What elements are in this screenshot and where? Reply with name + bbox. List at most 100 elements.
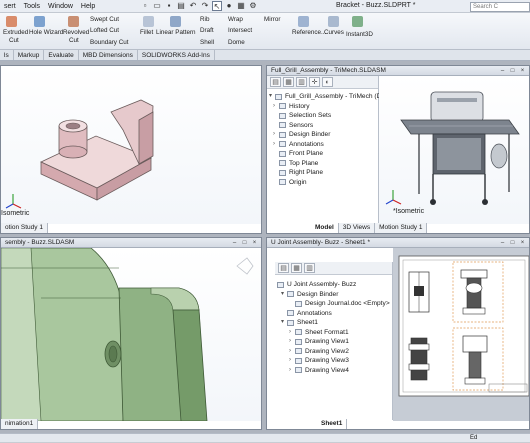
extruded-cut-label[interactable]: Extruded <box>3 29 28 36</box>
revolved-cut-icon[interactable] <box>68 16 79 27</box>
minimize-icon[interactable]: – <box>230 239 239 247</box>
tree-item[interactable]: › Drawing View2 <box>277 347 390 357</box>
graphics-area[interactable] <box>1 248 261 421</box>
tree-item[interactable]: Sensors <box>269 121 391 131</box>
linear-pattern-label[interactable]: Linear Pattern <box>156 29 196 36</box>
configuration-tab-icon[interactable]: ▥ <box>296 77 307 87</box>
menu-help[interactable]: Help <box>77 3 99 10</box>
tab-sheet1[interactable]: Sheet1 <box>317 419 348 429</box>
tree-item[interactable]: Annotations <box>277 309 390 319</box>
fillet-icon[interactable] <box>143 16 154 27</box>
menu-window[interactable]: Window <box>44 3 77 10</box>
graphics-area[interactable]: Isometric <box>1 66 261 224</box>
minimize-icon[interactable]: – <box>498 67 507 75</box>
maximize-icon[interactable]: □ <box>240 239 249 247</box>
property-manager-tab-icon[interactable]: ▦ <box>291 263 302 273</box>
tree-item[interactable]: › Design Binder <box>269 130 391 140</box>
ujoint-drawing-window[interactable]: U Joint Assembly- Buzz - Sheet1 * – □ × … <box>266 237 530 430</box>
instant3d-icon[interactable] <box>352 16 363 27</box>
mirror-button[interactable]: Mirror <box>264 16 280 23</box>
boundary-cut-button[interactable]: Boundary Cut <box>90 39 129 46</box>
grill-assembly-window[interactable]: Full_Grill_Assembly - TriMech.SLDASM – □… <box>266 65 530 234</box>
intersect-button[interactable]: Intersect <box>228 27 252 34</box>
revolved-cut-label-2[interactable]: Cut <box>69 37 79 44</box>
tab-evaluate[interactable]: Evaluate <box>44 50 79 60</box>
tree-item[interactable]: Front Plane <box>269 149 391 159</box>
close-icon[interactable]: × <box>518 239 527 247</box>
feature-tree-tab-icon[interactable]: ▤ <box>270 77 281 87</box>
tab-motion-study[interactable]: otion Study 1 <box>1 223 48 233</box>
dome-button[interactable]: Dome <box>228 39 245 46</box>
revolved-cut-label[interactable]: Revolved <box>63 29 89 36</box>
tree-item[interactable]: ▾ Design Binder <box>277 290 390 300</box>
tree-item[interactable]: › Annotations <box>269 140 391 150</box>
print-icon[interactable]: ▤ <box>176 1 186 11</box>
save-icon[interactable]: ▪ <box>164 1 174 11</box>
instant3d-label[interactable]: Instant3D <box>346 31 373 38</box>
hole-wizard-icon[interactable] <box>34 16 45 27</box>
close-icon[interactable]: × <box>250 239 259 247</box>
new-icon[interactable]: ▫ <box>140 1 150 11</box>
tree-item[interactable]: Origin <box>269 178 391 188</box>
fillet-label[interactable]: Fillet <box>140 29 153 36</box>
tree-root[interactable]: U Joint Assembly- Buzz <box>277 280 390 290</box>
extruded-cut-label-2[interactable]: Cut <box>9 37 19 44</box>
search-input[interactable]: Search C <box>470 2 530 12</box>
tab-sketch[interactable]: ls <box>0 50 14 60</box>
tab-model[interactable]: Model <box>311 223 339 233</box>
tree-item[interactable]: › Sheet Format1 <box>277 328 390 338</box>
tab-animation[interactable]: nimation1 <box>1 419 39 429</box>
select-icon[interactable]: ↖ <box>212 1 222 11</box>
tree-item[interactable]: › History <box>269 102 391 112</box>
assembly-closeup-window[interactable]: sembly - Buzz.SLDASM – □ × nimation1 <box>0 237 262 430</box>
reference-geometry-label[interactable]: Reference... <box>292 29 326 36</box>
reference-geometry-icon[interactable] <box>298 16 309 27</box>
curves-label[interactable]: Curves <box>324 29 344 36</box>
tab-mbd-dimensions[interactable]: MBD Dimensions <box>79 50 138 60</box>
tab-solidworks-addins[interactable]: SOLIDWORKS Add-Ins <box>138 50 215 60</box>
lofted-cut-button[interactable]: Lofted Cut <box>90 27 119 34</box>
tree-item[interactable]: › Drawing View1 <box>277 337 390 347</box>
tree-item[interactable]: Top Plane <box>269 159 391 169</box>
extruded-cut-icon[interactable] <box>6 16 17 27</box>
bracket-part-window[interactable]: – □ × Isometric <box>0 65 262 234</box>
file-properties-icon[interactable]: ▦ <box>236 1 246 11</box>
rebuild-icon[interactable]: ● <box>224 1 234 11</box>
redo-icon[interactable]: ↷ <box>200 1 210 11</box>
linear-pattern-icon[interactable] <box>170 16 181 27</box>
graphics-area[interactable]: *Isometric <box>379 76 529 224</box>
minimize-icon[interactable]: – <box>498 239 507 247</box>
tree-item[interactable]: Selection Sets <box>269 111 391 121</box>
undo-icon[interactable]: ↶ <box>188 1 198 11</box>
tree-root[interactable]: ▾ Full_Grill_Assembly - TriMech (Defa <box>269 92 391 102</box>
maximize-icon[interactable]: □ <box>508 239 517 247</box>
options-icon[interactable]: ⚙ <box>248 1 258 11</box>
display-manager-tab-icon[interactable]: ◐ <box>322 77 333 87</box>
maximize-icon[interactable]: □ <box>508 67 517 75</box>
drawing-sheet-area[interactable] <box>393 248 529 421</box>
menu-insert[interactable]: sert <box>0 3 20 10</box>
tab-3d-views[interactable]: 3D Views <box>338 223 376 233</box>
dimxpert-tab-icon[interactable]: ✛ <box>309 77 320 87</box>
curves-icon[interactable] <box>328 16 339 27</box>
configuration-tab-icon[interactable]: ▥ <box>304 263 315 273</box>
property-manager-tab-icon[interactable]: ▦ <box>283 77 294 87</box>
tree-item[interactable]: › Drawing View4 <box>277 366 390 376</box>
tab-motion-study[interactable]: Motion Study 1 <box>375 223 428 233</box>
tree-item-label: Design Journal.doc <Empty> <box>305 300 390 307</box>
swept-cut-button[interactable]: Swept Cut <box>90 16 119 23</box>
hole-wizard-label[interactable]: Hole Wizard <box>29 29 63 36</box>
tree-item[interactable]: Right Plane <box>269 168 391 178</box>
rib-button[interactable]: Rib <box>200 16 209 23</box>
tree-item[interactable]: › Drawing View3 <box>277 356 390 366</box>
wrap-button[interactable]: Wrap <box>228 16 243 23</box>
tree-item[interactable]: Design Journal.doc <Empty> <box>277 299 390 309</box>
feature-tree-tab-icon[interactable]: ▤ <box>278 263 289 273</box>
close-icon[interactable]: × <box>518 67 527 75</box>
shell-button[interactable]: Shell <box>200 39 214 46</box>
tab-markup[interactable]: Markup <box>14 50 45 60</box>
menu-tools[interactable]: Tools <box>20 3 44 10</box>
open-icon[interactable]: ▭ <box>152 1 162 11</box>
draft-button[interactable]: Draft <box>200 27 214 34</box>
tree-item[interactable]: ▾ Sheet1 <box>277 318 390 328</box>
